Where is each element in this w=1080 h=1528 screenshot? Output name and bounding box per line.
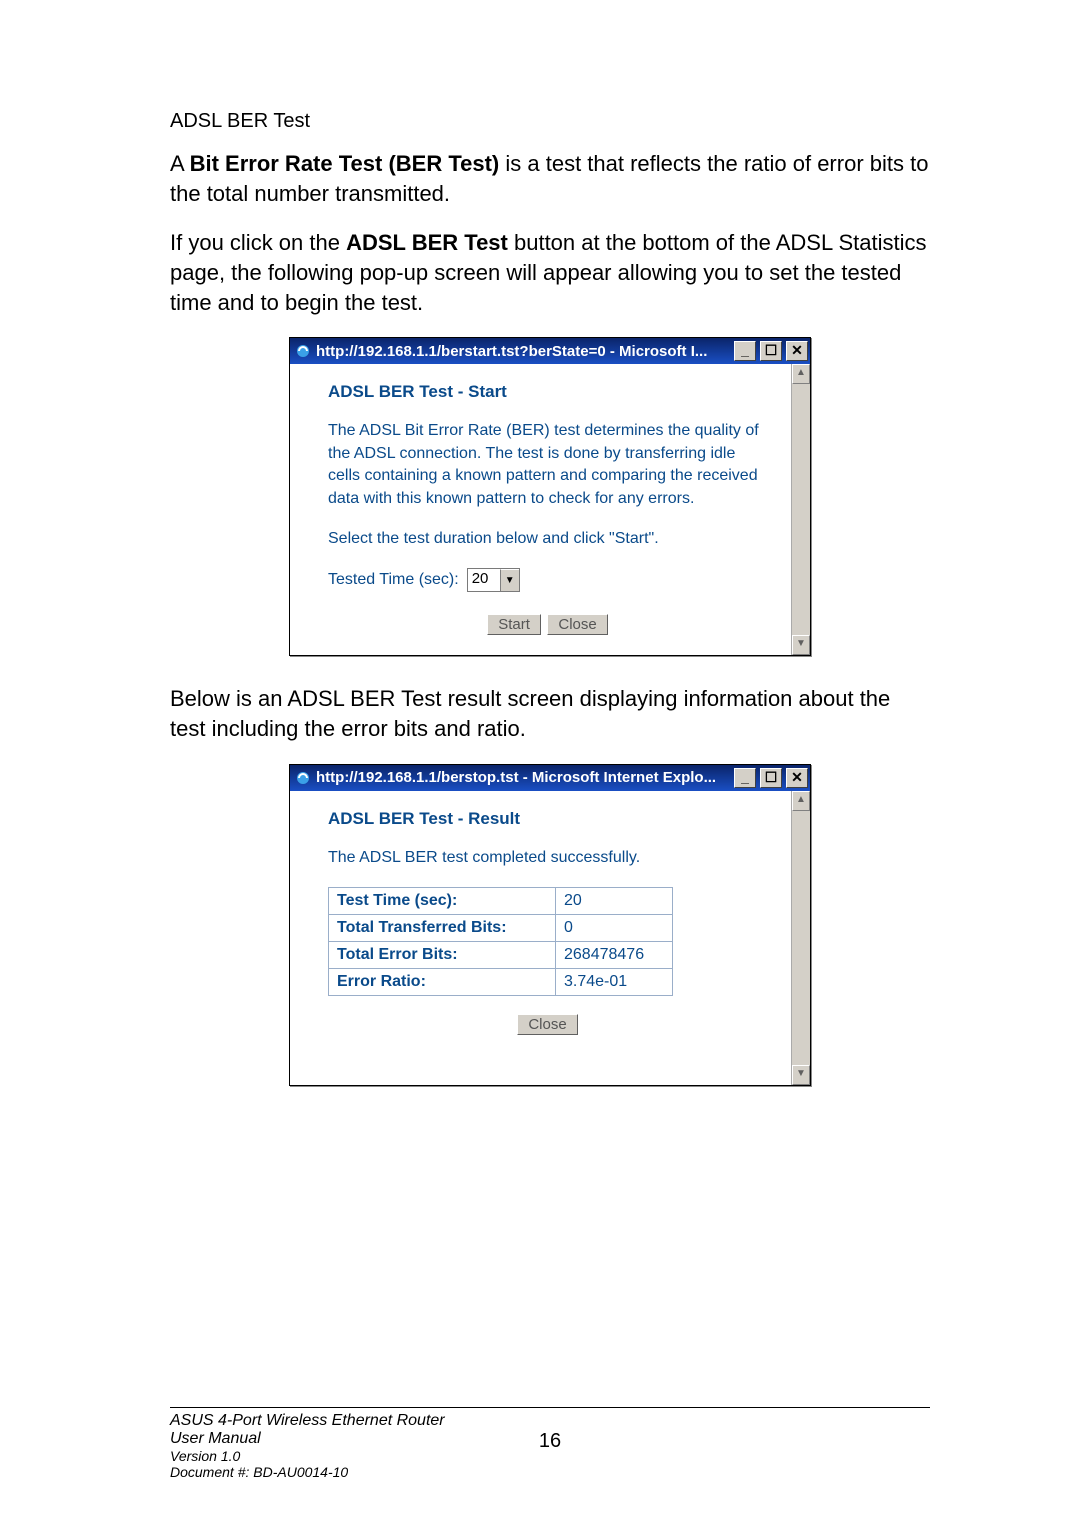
close-button[interactable]: Close bbox=[517, 1014, 577, 1035]
text: If you click on the bbox=[170, 230, 346, 255]
maximize-button[interactable]: ☐ bbox=[760, 768, 782, 788]
bold-term: Bit Error Rate Test (BER Test) bbox=[190, 151, 500, 176]
tested-time-select[interactable]: 20 ▼ bbox=[467, 568, 520, 592]
scroll-down-icon[interactable]: ▼ bbox=[792, 635, 810, 655]
spacer bbox=[328, 1035, 767, 1065]
titlebar[interactable]: http://192.168.1.1/berstart.tst?berState… bbox=[290, 338, 810, 364]
tested-time-label: Tested Time (sec): bbox=[328, 571, 459, 589]
minimize-button[interactable]: _ bbox=[734, 341, 756, 361]
popup-body: ADSL BER Test - Start The ADSL Bit Error… bbox=[290, 364, 810, 655]
manual-page: ADSL BER Test A Bit Error Rate Test (BER… bbox=[0, 0, 1080, 1528]
popup-heading: ADSL BER Test - Result bbox=[328, 809, 767, 829]
popup-content: ADSL BER Test - Result The ADSL BER test… bbox=[290, 791, 791, 1085]
page-number: 16 bbox=[539, 1430, 561, 1453]
paragraph-2: If you click on the ADSL BER Test button… bbox=[170, 228, 930, 317]
ie-icon bbox=[294, 342, 312, 360]
result-message: The ADSL BER test completed successfully… bbox=[328, 847, 767, 869]
footer-product: ASUS 4-Port Wireless Ethernet Router bbox=[170, 1412, 930, 1430]
result-table: Test Time (sec): 20 Total Transferred Bi… bbox=[328, 887, 673, 996]
maximize-button[interactable]: ☐ bbox=[760, 341, 782, 361]
button-row: Close bbox=[328, 1014, 767, 1035]
result-value: 3.74e-01 bbox=[556, 969, 673, 996]
footer-docnum: Document #: BD-AU0014-10 bbox=[170, 1464, 930, 1480]
result-value: 0 bbox=[556, 915, 673, 942]
section-heading: ADSL BER Test bbox=[170, 110, 930, 133]
popup-description: The ADSL Bit Error Rate (BER) test deter… bbox=[328, 420, 767, 510]
result-value: 20 bbox=[556, 888, 673, 915]
scroll-up-icon[interactable]: ▲ bbox=[792, 364, 810, 384]
table-row: Total Error Bits: 268478476 bbox=[329, 942, 673, 969]
tested-time-value: 20 bbox=[468, 569, 500, 591]
scroll-down-icon[interactable]: ▼ bbox=[792, 1065, 810, 1085]
close-button[interactable]: ✕ bbox=[786, 768, 808, 788]
result-label: Total Transferred Bits: bbox=[329, 915, 556, 942]
window-title: http://192.168.1.1/berstart.tst?berState… bbox=[316, 343, 730, 360]
popup-body: ADSL BER Test - Result The ADSL BER test… bbox=[290, 791, 810, 1085]
table-row: Total Transferred Bits: 0 bbox=[329, 915, 673, 942]
table-row: Test Time (sec): 20 bbox=[329, 888, 673, 915]
chevron-down-icon[interactable]: ▼ bbox=[500, 569, 519, 591]
ber-result-window: http://192.168.1.1/berstop.tst - Microso… bbox=[289, 764, 811, 1086]
result-label: Total Error Bits: bbox=[329, 942, 556, 969]
tested-time-row: Tested Time (sec): 20 ▼ bbox=[328, 568, 767, 592]
popup-instruction: Select the test duration below and click… bbox=[328, 528, 767, 550]
ber-start-window: http://192.168.1.1/berstart.tst?berState… bbox=[289, 337, 811, 656]
result-label: Error Ratio: bbox=[329, 969, 556, 996]
ie-icon bbox=[294, 769, 312, 787]
close-button[interactable]: Close bbox=[547, 614, 607, 635]
page-footer: ASUS 4-Port Wireless Ethernet Router Use… bbox=[170, 1407, 930, 1480]
popup-heading: ADSL BER Test - Start bbox=[328, 382, 767, 402]
scrollbar[interactable]: ▲ ▼ bbox=[791, 791, 810, 1085]
titlebar[interactable]: http://192.168.1.1/berstop.tst - Microso… bbox=[290, 765, 810, 791]
scroll-up-icon[interactable]: ▲ bbox=[792, 791, 810, 811]
popup-content: ADSL BER Test - Start The ADSL Bit Error… bbox=[290, 364, 791, 655]
paragraph-3: Below is an ADSL BER Test result screen … bbox=[170, 684, 930, 743]
bold-term: ADSL BER Test bbox=[346, 230, 508, 255]
text: A bbox=[170, 151, 190, 176]
table-row: Error Ratio: 3.74e-01 bbox=[329, 969, 673, 996]
button-row: Start Close bbox=[328, 614, 767, 635]
close-button[interactable]: ✕ bbox=[786, 341, 808, 361]
result-value: 268478476 bbox=[556, 942, 673, 969]
minimize-button[interactable]: _ bbox=[734, 768, 756, 788]
window-title: http://192.168.1.1/berstop.tst - Microso… bbox=[316, 769, 730, 786]
result-label: Test Time (sec): bbox=[329, 888, 556, 915]
start-button[interactable]: Start bbox=[487, 614, 541, 635]
paragraph-1: A Bit Error Rate Test (BER Test) is a te… bbox=[170, 149, 930, 208]
scrollbar[interactable]: ▲ ▼ bbox=[791, 364, 810, 655]
